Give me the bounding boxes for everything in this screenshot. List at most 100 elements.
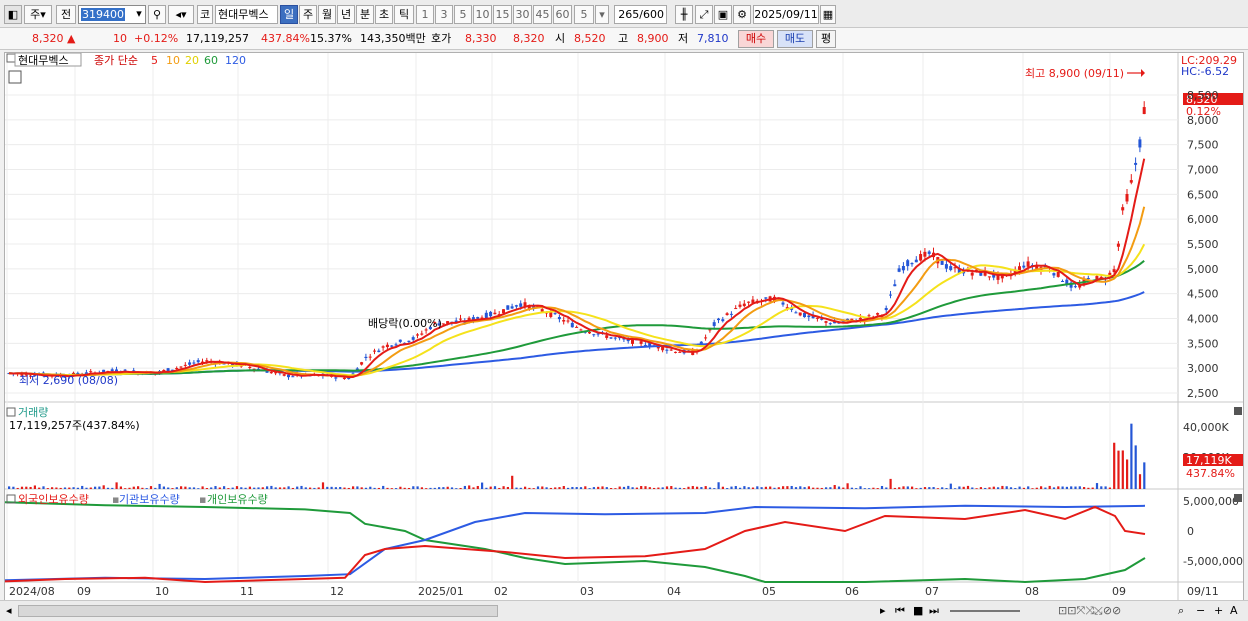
candle-body [334, 377, 338, 379]
volume-bar [386, 487, 389, 489]
stock-name[interactable]: 현대무벡스 [215, 5, 278, 24]
candle-body [717, 318, 720, 321]
volume-bar [253, 487, 256, 489]
scroll-left-icon[interactable]: ◂ [6, 604, 12, 618]
coin-button[interactable]: 코 [197, 5, 213, 24]
volume-bar [880, 485, 884, 489]
price-tick: 5,000 [1187, 263, 1219, 276]
candle-type-icon[interactable]: ╫ [675, 5, 693, 24]
volume-bar [188, 487, 191, 489]
foreign-holding-legend: 외국인보유수량 [18, 493, 89, 506]
speaker-icon[interactable]: ◂▾ [168, 5, 194, 24]
interval-1[interactable]: 1 [416, 5, 434, 24]
settings-gear-icon[interactable]: ⚙ [733, 5, 751, 24]
period-week[interactable]: 주 [299, 5, 317, 24]
volume-bar [425, 488, 428, 489]
period-minute[interactable]: 분 [356, 5, 374, 24]
play-forward-icon[interactable]: ⏭ [929, 604, 939, 618]
volume-pane-collapse-icon[interactable] [6, 407, 16, 417]
interval-3[interactable]: 3 [435, 5, 453, 24]
x-tick-label: 2024/08 [9, 585, 55, 598]
period-month[interactable]: 월 [318, 5, 336, 24]
period-second[interactable]: 초 [375, 5, 393, 24]
volume-bar [825, 487, 828, 489]
volume-bar [579, 487, 583, 489]
code-value: 319400 [81, 8, 125, 21]
volume-bar [1018, 486, 1021, 489]
volume-bar [94, 486, 97, 489]
candle-body [183, 364, 187, 366]
high-marker: 최고 8,900 (09/11) [1025, 67, 1124, 80]
prev-button[interactable]: 전 [56, 5, 76, 24]
zoom-in-icon[interactable]: + [1214, 604, 1223, 618]
volume-bar [463, 485, 466, 489]
drawing-tool-icon[interactable]: ⤢ [695, 5, 713, 24]
period-tick[interactable]: 틱 [394, 5, 414, 24]
interval-10[interactable]: 10 [473, 5, 492, 24]
buy-button[interactable]: 매수 [738, 30, 774, 48]
window-menu-icon[interactable]: ◧ [4, 5, 22, 24]
count-field[interactable]: 265/600 [614, 5, 667, 24]
volume-bar [794, 487, 798, 489]
pane-collapse-icon[interactable] [6, 53, 16, 63]
stock-chart-svg[interactable]: 현대무벡스 종가 단순 5 10 20 60 120 LC:209.29 HC:… [5, 53, 1243, 600]
sell-button[interactable]: 매도 [777, 30, 813, 48]
volume-bar [141, 487, 144, 489]
x-tick-label: 06 [845, 585, 859, 598]
low-marker: 최저 2,690 (08/08) [19, 374, 118, 387]
date-field[interactable]: 2025/09/11 [753, 5, 819, 24]
stop-icon[interactable]: ■ [913, 604, 923, 618]
market-select[interactable]: 주▾ [24, 5, 52, 24]
volume-bar [902, 486, 905, 489]
candle-body [373, 350, 376, 352]
volume-bar [1061, 486, 1064, 489]
interval-15[interactable]: 15 [493, 5, 512, 24]
font-size-icon[interactable]: A [1230, 604, 1238, 618]
volume-bar [1138, 474, 1142, 489]
open-label: 시 [555, 32, 566, 45]
zoom-icon[interactable]: ⌕ [1178, 604, 1184, 618]
volume-bar [1001, 485, 1004, 489]
interval-60[interactable]: 60 [553, 5, 572, 24]
avg-button[interactable]: 평 [816, 30, 836, 48]
play-back-icon[interactable]: ⏮ [895, 604, 905, 618]
candle-body [360, 362, 364, 365]
search-icon[interactable]: ⚲ [148, 5, 166, 24]
volume-bar [558, 487, 561, 489]
chart-tools-icons[interactable]: ⊡⊡⤧⤨⤩⊘⊘ [1058, 604, 1121, 618]
interval-dropdown-icon[interactable]: ▾ [595, 5, 609, 24]
interval-45[interactable]: 45 [533, 5, 552, 24]
volume-bar [1083, 487, 1086, 489]
chart-scroll-bar[interactable]: ◂ ▸ ⏮ ■ ⏭ ⊡⊡⤧⤨⤩⊘⊘ ⌕ − + A [0, 600, 1248, 621]
candle-body [575, 326, 579, 328]
ma20-line [8, 243, 1146, 377]
calendar-icon[interactable]: ▦ [820, 5, 836, 24]
holding-pane-close-icon[interactable] [1234, 494, 1242, 502]
candle-body [764, 297, 768, 299]
x-axis-last-label: 09/11 [1187, 585, 1219, 598]
interval-value[interactable]: 5 [574, 5, 594, 24]
volume-bar [274, 487, 277, 489]
volume-bar [390, 488, 393, 489]
chart-area[interactable]: 현대무벡스 종가 단순 5 10 20 60 120 LC:209.29 HC:… [4, 52, 1244, 601]
volume-bar [270, 485, 273, 489]
period-year[interactable]: 년 [337, 5, 355, 24]
volume-bar [545, 487, 548, 489]
zoom-slider[interactable] [950, 610, 1020, 612]
scroll-thumb[interactable] [18, 605, 498, 617]
volume-bar [691, 486, 694, 489]
volume-bar [782, 486, 785, 489]
calculator-icon[interactable] [8, 70, 22, 84]
volume-bar [1113, 442, 1116, 489]
save-icon[interactable]: ▣ [714, 5, 732, 24]
interval-5[interactable]: 5 [454, 5, 472, 24]
volume-pane-close-icon[interactable] [1234, 407, 1242, 415]
grid-lines [5, 53, 1178, 582]
scroll-right-icon[interactable]: ▸ [880, 604, 886, 618]
volume-bar [1074, 486, 1077, 489]
price-tick: 4,000 [1187, 313, 1219, 326]
period-day[interactable]: 일 [280, 5, 298, 24]
zoom-out-icon[interactable]: − [1196, 604, 1205, 618]
interval-30[interactable]: 30 [513, 5, 532, 24]
code-dropdown-icon[interactable]: ▾ [132, 5, 146, 24]
